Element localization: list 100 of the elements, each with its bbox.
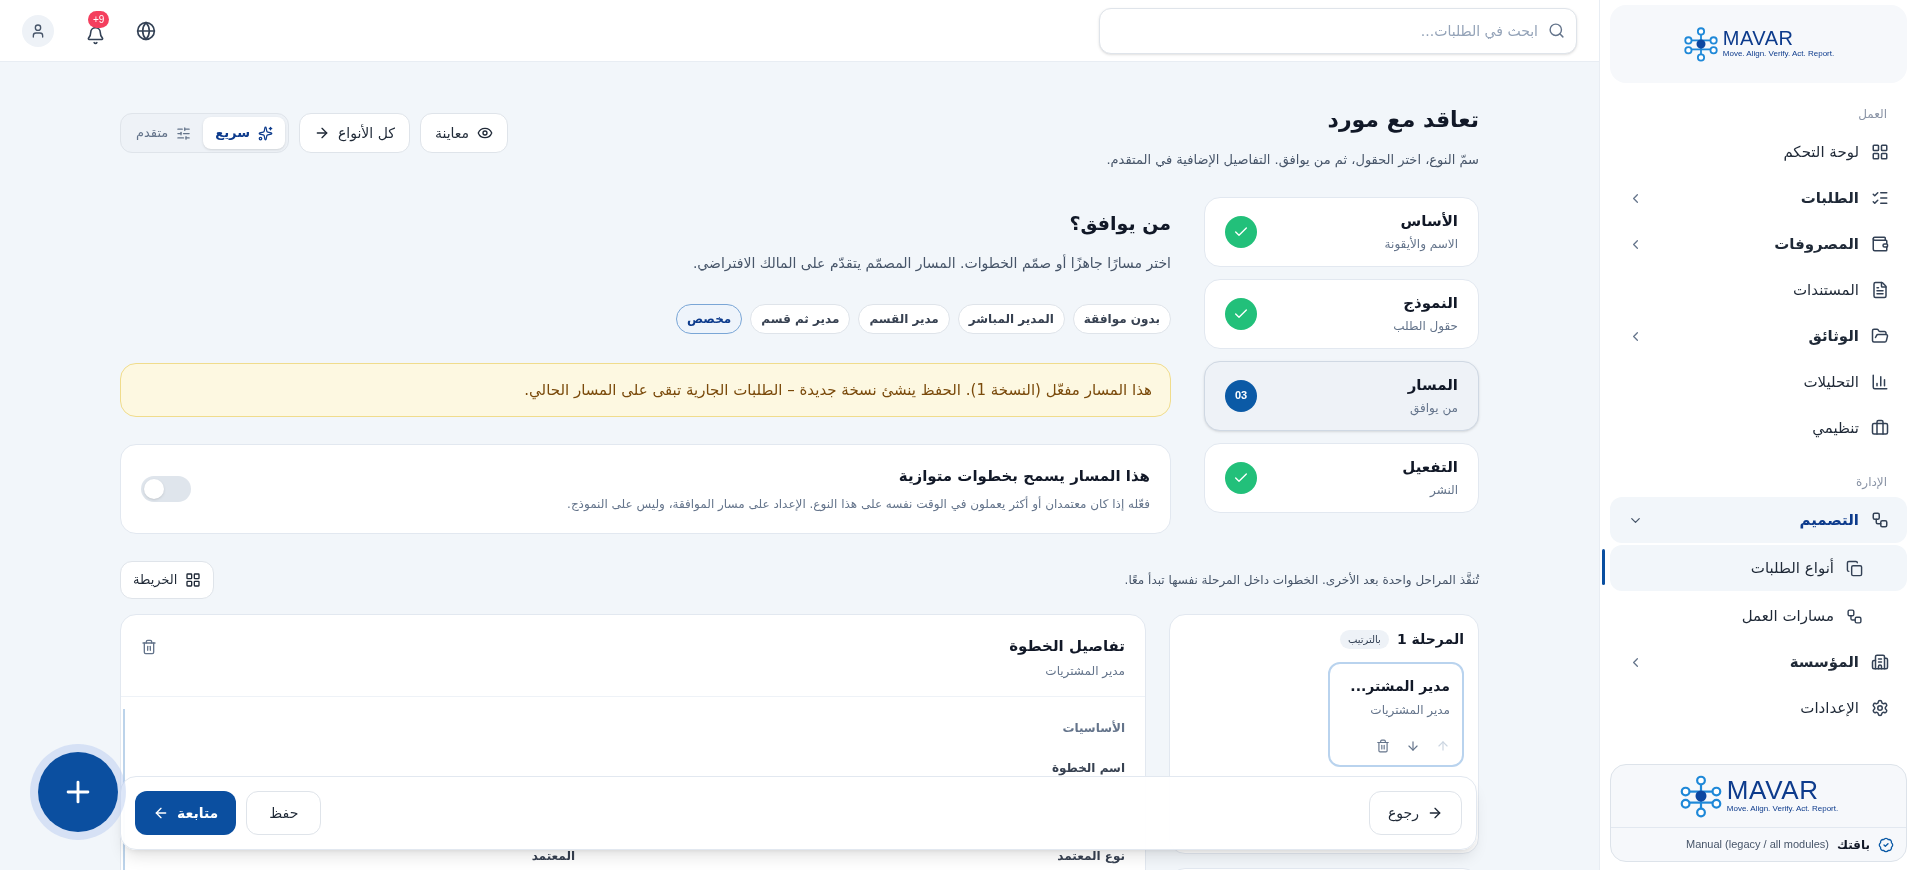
avatar[interactable] [22, 14, 54, 47]
stages-hint: تُنفَّذ المراحل واحدة بعد الأخرى. الخطوات داخل المرحلة نفسها تبدأ معًا. [1124, 571, 1479, 589]
approval-step-card[interactable]: مدير المشتر... مدير المشتريات [1328, 662, 1464, 767]
nav-label: أنواع الطلبات [1750, 557, 1834, 579]
eye-icon [477, 125, 494, 141]
mode-tab[interactable]: متقدم [124, 117, 204, 149]
group-label: الأساسيات [1061, 719, 1125, 737]
delete-icon[interactable] [1376, 739, 1390, 753]
preview-button[interactable]: معاينة [419, 113, 509, 153]
nav-label: لوحة التحكم [1783, 141, 1859, 163]
nav-item[interactable]: المستندات [1610, 267, 1907, 313]
arrow-icon [1427, 805, 1443, 821]
nav-item[interactable]: الوثائق [1610, 313, 1907, 359]
nav-item[interactable]: الطلبات [1610, 175, 1907, 221]
step-done-icon [1225, 215, 1257, 248]
approval-step-subtitle: مدير المشتريات [1369, 702, 1450, 719]
parallel-toggle[interactable] [141, 476, 191, 502]
add-button[interactable] [38, 752, 118, 832]
stage-title: المرحلة 1 [1396, 630, 1464, 650]
nav-icon [1871, 143, 1889, 161]
preset-chip[interactable]: مدير القسم [858, 304, 950, 334]
nav-icon [1871, 189, 1889, 207]
plan-label: باقتك [1837, 836, 1870, 854]
nav-label: المصروفات [1774, 233, 1859, 255]
field-label: نوع المعتمد [1056, 847, 1125, 865]
arrow-icon [153, 805, 169, 821]
badge-check-icon [1878, 836, 1894, 853]
parallel-title: هذا المسار يسمح بخطوات متوازية [897, 465, 1150, 487]
nav-icon [1871, 699, 1889, 717]
step-card[interactable]: التفعيل النشر [1204, 442, 1479, 513]
nav-label: الوثائق [1808, 325, 1859, 347]
nav-label: التصميم [1799, 509, 1859, 531]
field-label: اسم الخطوة [1050, 759, 1125, 777]
active-indicator [1602, 549, 1605, 585]
field-label: المعتمد [530, 847, 576, 865]
preset-chip[interactable]: مدير ثم قسم [750, 304, 851, 334]
back-button[interactable]: رجوع [1369, 791, 1462, 835]
nav-icon [1871, 653, 1889, 671]
preset-chip[interactable]: بدون موافقة [1072, 304, 1171, 334]
sparkles-icon [258, 125, 273, 141]
search-field[interactable]: ابحث في الطلبات... [1099, 7, 1577, 54]
step-subtitle: الاسم والأيقونة [1383, 235, 1458, 254]
map-button[interactable]: الخريطة [120, 561, 215, 599]
logo-icon [1678, 774, 1723, 818]
nav-icon [1846, 559, 1863, 577]
nav-label: الطلبات [1800, 187, 1859, 209]
details-title: تفاصيل الخطوة [1009, 636, 1125, 657]
nav-label: المستندات [1793, 279, 1859, 301]
save-button[interactable]: حفظ [246, 791, 322, 835]
nav-label: التحليلات [1803, 371, 1859, 393]
logo-tagline: Move. Align. Verify. Act. Report. [1722, 48, 1835, 60]
mode-tab[interactable]: سريع [203, 117, 285, 149]
notice-text: هذا المسار مفعّل (النسخة 1). الحفظ ينشئ نسخة جديدة – الطلبات الجارية تبقى على المسار الحالي. [524, 379, 1152, 402]
bell-icon[interactable] [85, 25, 105, 45]
section-label: العمل [1857, 106, 1888, 123]
approval-step-title: مدير المشتر... [1349, 677, 1450, 697]
delete-icon[interactable] [141, 639, 157, 655]
nav-subitem[interactable]: مسارات العمل [1610, 593, 1907, 639]
nav-item[interactable]: لوحة التحكم [1610, 129, 1907, 175]
details-subtitle: مدير المشتريات [1044, 662, 1125, 680]
preset-chip[interactable]: المدير المباشر [957, 304, 1065, 334]
step-card[interactable]: الأساس الاسم والأيقونة [1204, 196, 1479, 267]
step-done-icon [1225, 461, 1257, 494]
all-types-button[interactable]: كل الأنواع [299, 113, 410, 153]
search-icon [1548, 21, 1565, 39]
nav-item[interactable]: تنظيمي [1610, 405, 1907, 451]
nav-item[interactable]: الإعدادات [1610, 685, 1907, 731]
grid-icon [185, 572, 202, 588]
section-heading: من يوافق؟ [1068, 210, 1171, 237]
parallel-description: فعّله إذا كان معتمدان أو أكثر يعملون في الوقت نفسه على هذا النوع. الإعداد على مسار الموافقة، وليس على النموذج. [566, 495, 1150, 514]
nav-icon [1871, 281, 1889, 299]
step-title: المسار [1406, 374, 1458, 396]
nav-label: المؤسسة [1789, 651, 1859, 673]
step-card[interactable]: النموذج حقول الطلب [1204, 278, 1479, 349]
move-down-icon[interactable] [1406, 739, 1420, 753]
nav-icon [1871, 373, 1889, 391]
logo-icon [1682, 26, 1719, 62]
continue-button[interactable]: متابعة [135, 791, 237, 835]
nav-icon [1871, 511, 1889, 529]
nav-item[interactable]: المؤسسة [1610, 639, 1907, 685]
nav-icon [1871, 419, 1889, 437]
stage-badge: بالترتيب [1339, 630, 1389, 649]
nav-label: مسارات العمل [1741, 605, 1834, 627]
sliders-icon [176, 125, 192, 141]
logo-tagline: Move. Align. Verify. Act. Report. [1726, 803, 1839, 815]
nav-item[interactable]: التصميم [1610, 497, 1907, 543]
step-title: النموذج [1402, 292, 1458, 314]
user-icon [30, 22, 46, 39]
nav-icon [1871, 327, 1889, 345]
nav-item[interactable]: المصروفات [1610, 221, 1907, 267]
nav-label: تنظيمي [1812, 417, 1859, 440]
step-subtitle: حقول الطلب [1392, 318, 1458, 336]
preset-chip[interactable]: مخصص [676, 304, 743, 334]
nav-icon [1871, 235, 1889, 253]
step-number: 03 [1225, 379, 1257, 412]
page-title: تعاقد مع مورد [1326, 106, 1479, 135]
nav-item[interactable]: التحليلات [1610, 359, 1907, 405]
notification-badge: +9 [88, 10, 110, 28]
globe-icon[interactable] [136, 20, 156, 41]
step-title: التفعيل [1401, 456, 1458, 478]
